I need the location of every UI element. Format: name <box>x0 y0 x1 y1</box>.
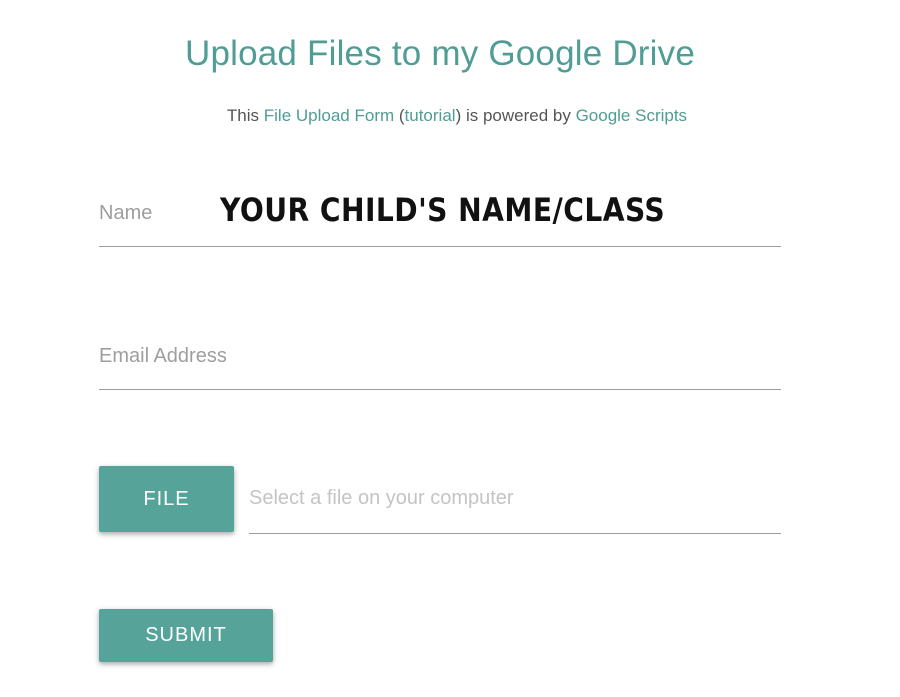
name-label: Name <box>99 202 153 224</box>
name-overlay-text: YOUR CHILD'S NAME/CLASS <box>220 191 666 229</box>
file-upload-form-link[interactable]: File Upload Form <box>264 106 394 125</box>
file-path-placeholder: Select a file on your computer <box>249 487 514 509</box>
submit-button[interactable]: SUBMIT <box>99 609 273 662</box>
name-field[interactable]: Name YOUR CHILD'S NAME/CLASS <box>99 180 781 247</box>
email-field[interactable]: Email Address <box>99 330 781 390</box>
subtitle-middle: ) is powered by <box>455 106 576 125</box>
file-path-input[interactable]: Select a file on your computer <box>249 466 781 534</box>
page-title: Upload Files to my Google Drive <box>184 34 695 73</box>
subtitle-paren-open: ( <box>394 106 405 125</box>
upload-form-page: Upload Files to my Google Drive This Fil… <box>0 0 900 697</box>
file-upload-row: FILE Select a file on your computer <box>99 466 781 534</box>
page-subtitle: This File Upload Form (tutorial) is powe… <box>0 106 900 126</box>
file-button[interactable]: FILE <box>99 466 234 532</box>
email-label: Email Address <box>99 345 227 367</box>
google-scripts-link[interactable]: Google Scripts <box>576 106 688 125</box>
subtitle-prefix: This <box>226 106 264 125</box>
tutorial-link[interactable]: tutorial <box>405 106 456 125</box>
